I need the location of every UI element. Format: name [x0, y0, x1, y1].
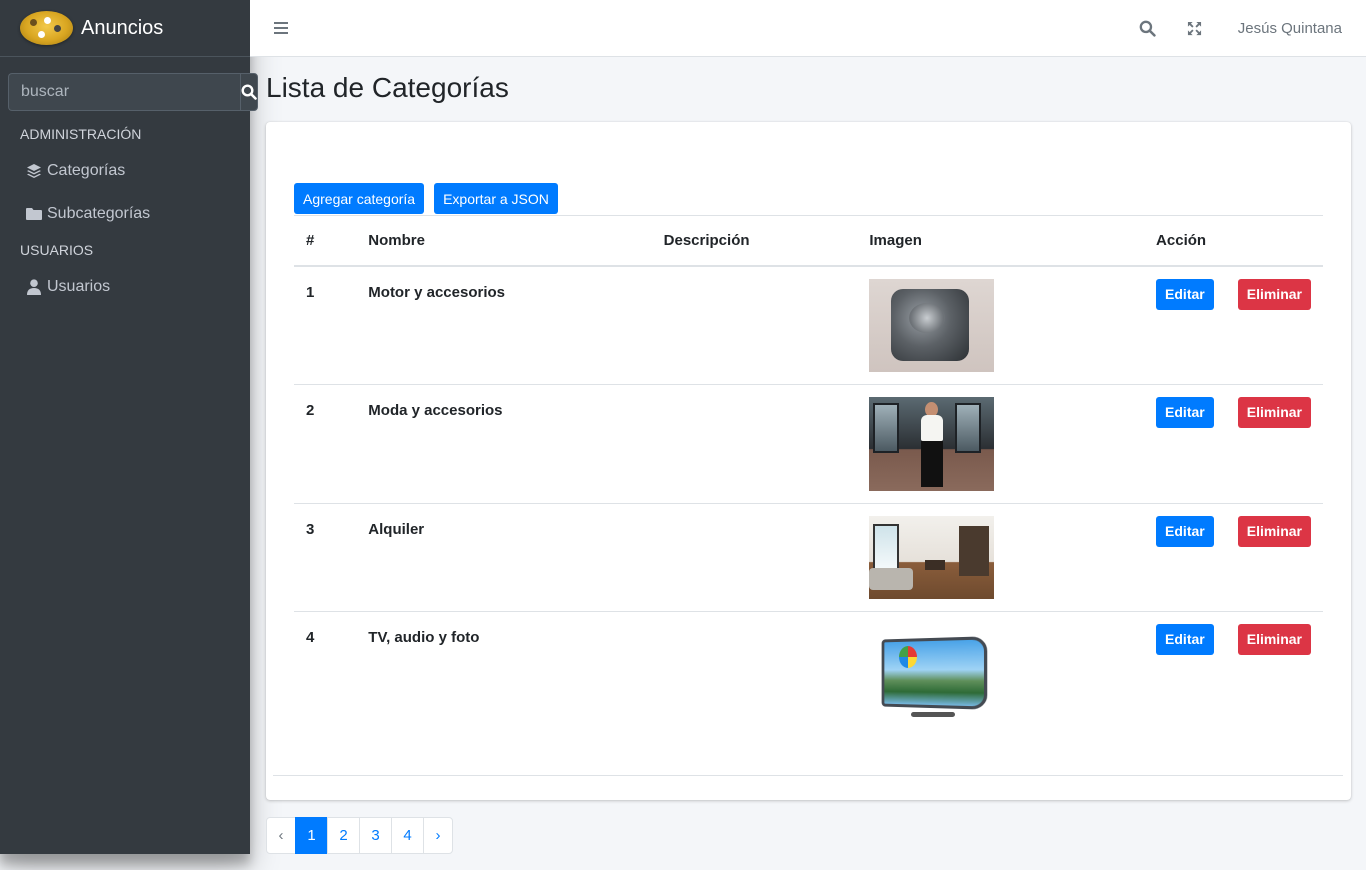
- nav-header-usuarios: USUARIOS: [20, 242, 94, 258]
- row-nombre: TV, audio y foto: [356, 610, 652, 741]
- sidebar-item-usuarios[interactable]: Usuarios: [0, 265, 250, 308]
- page-next[interactable]: ›: [423, 817, 453, 854]
- row-nombre: Alquiler: [356, 502, 652, 611]
- categories-card: Agregar categoría Exportar a JSON # Nomb…: [266, 122, 1351, 800]
- sidebar-item-label: Categorías: [47, 161, 126, 179]
- row-id: 4: [294, 610, 357, 741]
- delete-button[interactable]: Eliminar: [1237, 396, 1311, 428]
- page-prev[interactable]: ‹: [266, 817, 296, 854]
- column-header-imagen: Imagen: [857, 215, 1145, 267]
- page-title: Lista de Categorías: [266, 72, 509, 103]
- export-json-button[interactable]: Exportar a JSON: [434, 183, 558, 214]
- pagination: ‹ 1 2 3 4 ›: [266, 817, 453, 854]
- row-id: 1: [294, 265, 357, 384]
- row-descripcion: [651, 502, 858, 611]
- row-nombre: Moda y accesorios: [356, 383, 652, 503]
- row-nombre: Motor y accesorios: [356, 265, 652, 384]
- row-descripcion: [651, 383, 858, 503]
- sidebar-search-button[interactable]: [240, 73, 258, 111]
- table-header-row: # Nombre Descripción Imagen Acción: [294, 215, 1323, 267]
- row-id: 3: [294, 502, 357, 611]
- page-3[interactable]: 3: [359, 817, 392, 854]
- user-icon: [26, 278, 42, 295]
- categories-table: # Nombre Descripción Imagen Acción 1 Mot…: [294, 215, 1323, 741]
- sidebar-search: [8, 73, 258, 111]
- layers-icon: [26, 163, 42, 179]
- fullscreen-button[interactable]: [1171, 0, 1218, 56]
- category-image-television: [869, 624, 994, 729]
- search-icon: [241, 84, 257, 100]
- brand-text: Anuncios: [81, 16, 164, 39]
- table-row: 1 Motor y accesorios Editar Eliminar: [294, 265, 1323, 384]
- page-1[interactable]: 1: [295, 817, 328, 854]
- page-4[interactable]: 4: [391, 817, 424, 854]
- category-image-engine: [869, 278, 995, 372]
- column-header-nombre: Nombre: [356, 215, 652, 267]
- sidebar-search-input[interactable]: [8, 73, 240, 111]
- brand-link[interactable]: Anuncios: [0, 0, 250, 57]
- page-2[interactable]: 2: [327, 817, 360, 854]
- edit-button[interactable]: Editar: [1156, 396, 1214, 428]
- table-row: 2 Moda y accesorios Editar Eliminar: [294, 383, 1323, 503]
- row-descripcion: [651, 610, 858, 741]
- search-icon: [1139, 20, 1156, 37]
- add-category-button[interactable]: Agregar categoría: [294, 183, 425, 214]
- delete-button[interactable]: Eliminar: [1237, 515, 1311, 547]
- nav-header-administracion: ADMINISTRACIÓN: [20, 126, 142, 142]
- table-row: 3 Alquiler Editar Eliminar: [294, 502, 1323, 611]
- fullscreen-icon: [1187, 21, 1201, 35]
- sidebar-item-label: Subcategorías: [47, 204, 151, 222]
- sidebar-item-categorias[interactable]: Categorías: [0, 149, 250, 192]
- brand-logo: [20, 11, 73, 45]
- category-image-apartment: [869, 515, 995, 599]
- row-id: 2: [294, 383, 357, 503]
- top-navbar: Jesús Quintana: [250, 0, 1366, 57]
- column-header-descripcion: Descripción: [651, 215, 858, 267]
- table-row: 4 TV, audio y foto Editar Eliminar: [294, 610, 1323, 741]
- delete-button[interactable]: Eliminar: [1237, 623, 1311, 655]
- edit-button[interactable]: Editar: [1156, 515, 1214, 547]
- edit-button[interactable]: Editar: [1156, 278, 1214, 310]
- card-divider: [273, 775, 1343, 776]
- row-descripcion: [651, 265, 858, 384]
- category-image-fashion: [869, 396, 995, 491]
- column-header-id: #: [294, 215, 357, 267]
- edit-button[interactable]: Editar: [1156, 623, 1214, 655]
- menu-icon[interactable]: [274, 22, 288, 34]
- delete-button[interactable]: Eliminar: [1237, 278, 1311, 310]
- column-header-accion: Acción: [1144, 215, 1323, 267]
- user-menu[interactable]: Jesús Quintana: [1218, 20, 1366, 37]
- folder-icon: [26, 206, 42, 222]
- sidebar-item-label: Usuarios: [47, 277, 111, 295]
- sidebar-item-subcategorias[interactable]: Subcategorías: [0, 192, 250, 235]
- navbar-search-button[interactable]: [1124, 0, 1171, 56]
- sidebar: Anuncios ADMINISTRACIÓN Categorías Subca…: [0, 0, 258, 854]
